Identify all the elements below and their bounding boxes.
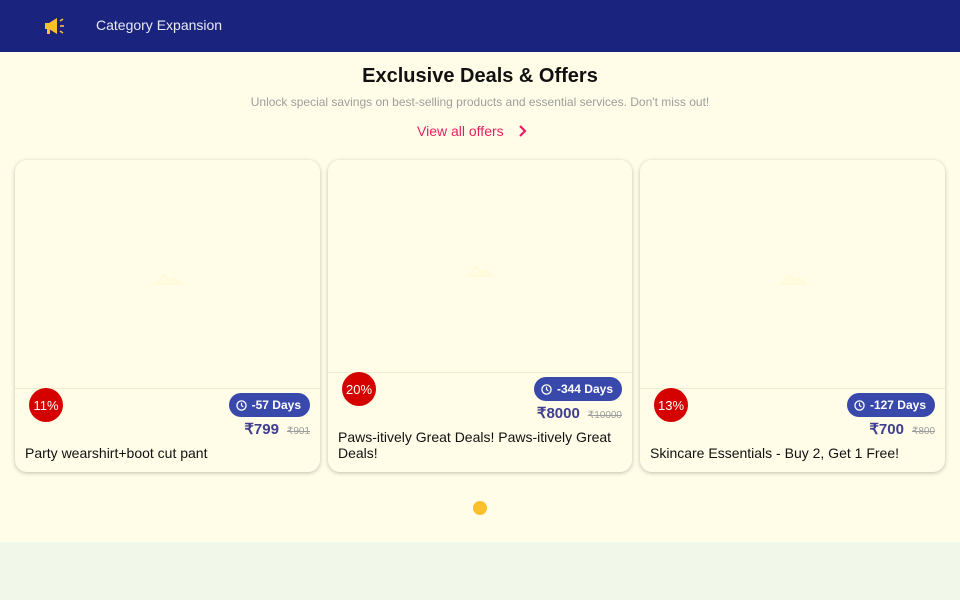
discount-badge: 13% bbox=[654, 388, 688, 422]
original-price: ₹10000 bbox=[587, 410, 622, 421]
clock-icon bbox=[854, 399, 865, 411]
view-all-label: View all offers bbox=[417, 123, 504, 139]
product-image-placeholder bbox=[328, 160, 632, 372]
chevron-right-icon bbox=[518, 125, 527, 137]
app-title: Category Expansion bbox=[96, 17, 223, 33]
days-left-text: -57 Days bbox=[251, 398, 301, 412]
image-placeholder-icon bbox=[779, 273, 806, 285]
clock-icon bbox=[541, 383, 552, 395]
section-title: Exclusive Deals & Offers bbox=[362, 65, 598, 87]
current-price: ₹700 bbox=[869, 421, 904, 438]
image-placeholder-icon bbox=[466, 265, 494, 277]
discount-badge: 11% bbox=[29, 388, 63, 422]
product-image-placeholder bbox=[15, 160, 320, 388]
days-left-badge: -57 Days bbox=[228, 393, 310, 417]
days-left-text: -127 Days bbox=[869, 398, 926, 412]
view-all-offers-link[interactable]: View all offers bbox=[417, 122, 530, 140]
price-row: ₹8000 ₹10000 bbox=[537, 404, 622, 422]
next-section bbox=[0, 542, 960, 600]
offer-card[interactable]: 13% -127 Days ₹700 ₹800 Skincare Essenti… bbox=[640, 160, 945, 472]
card-divider bbox=[15, 388, 320, 389]
original-price: ₹901 bbox=[286, 426, 310, 437]
price-row: ₹700 ₹800 bbox=[869, 420, 935, 438]
price-row: ₹799 ₹901 bbox=[244, 420, 310, 438]
offer-name: Paws-itively Great Deals! Paws-itively G… bbox=[338, 429, 612, 461]
offer-card[interactable]: 20% -344 Days ₹8000 ₹10000 Paws-itively … bbox=[328, 160, 632, 472]
discount-badge: 20% bbox=[342, 372, 376, 406]
image-placeholder-icon bbox=[154, 273, 181, 285]
card-divider bbox=[640, 388, 945, 389]
product-image-placeholder bbox=[640, 160, 945, 388]
offers-section: Exclusive Deals & Offers Unlock special … bbox=[0, 52, 960, 542]
offer-card[interactable]: 11% -57 Days ₹799 ₹901 Party wearshirt+b… bbox=[15, 160, 320, 472]
clock-icon bbox=[235, 399, 247, 411]
original-price: ₹800 bbox=[911, 426, 935, 437]
carousel-dot-active[interactable] bbox=[473, 501, 487, 515]
current-price: ₹799 bbox=[244, 421, 279, 438]
section-subtitle: Unlock special savings on best-selling p… bbox=[250, 95, 710, 109]
days-left-badge: -127 Days bbox=[846, 393, 935, 417]
days-left-text: -344 Days bbox=[556, 382, 613, 396]
offer-name: Skincare Essentials - Buy 2, Get 1 Free! bbox=[650, 445, 899, 461]
card-divider bbox=[328, 372, 632, 373]
megaphone-icon bbox=[45, 18, 64, 34]
offer-name: Party wearshirt+boot cut pant bbox=[25, 445, 208, 461]
current-price: ₹8000 bbox=[536, 405, 580, 422]
top-bar: Category Expansion bbox=[0, 0, 960, 52]
days-left-badge: -344 Days bbox=[533, 377, 622, 401]
